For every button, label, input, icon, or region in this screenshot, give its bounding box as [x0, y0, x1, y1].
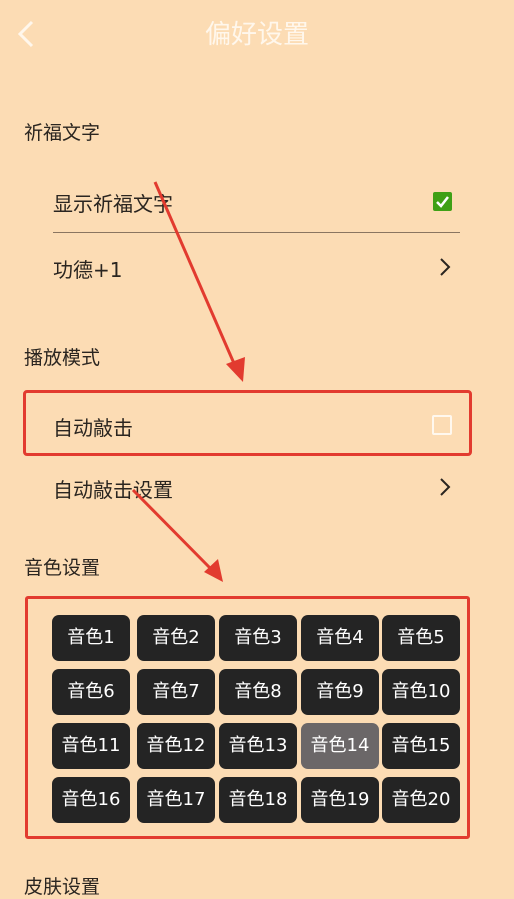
- auto-strike-settings-row[interactable]: 自动敲击设置: [24, 456, 460, 516]
- chevron-right-icon: [438, 256, 452, 278]
- header-bar: 偏好设置: [0, 0, 514, 68]
- tone-button-19[interactable]: 音色19: [301, 777, 379, 823]
- divider: [53, 232, 460, 233]
- show-blessing-label: 显示祈福文字: [53, 192, 173, 216]
- tone-button-11[interactable]: 音色11: [52, 723, 130, 769]
- section-title-blessing: 祈福文字: [24, 122, 101, 144]
- tone-button-17[interactable]: 音色17: [137, 777, 215, 823]
- section-title-playback: 播放模式: [24, 347, 101, 369]
- tone-button-15[interactable]: 音色15: [382, 723, 460, 769]
- annotation-highlight-box: [23, 390, 472, 456]
- tone-button-16[interactable]: 音色16: [52, 777, 130, 823]
- chevron-right-icon: [438, 476, 452, 498]
- section-title-tone: 音色设置: [24, 557, 101, 579]
- tone-button-13[interactable]: 音色13: [219, 723, 297, 769]
- tone-button-12[interactable]: 音色12: [137, 723, 215, 769]
- tone-button-2[interactable]: 音色2: [137, 615, 215, 661]
- checkbox-checked-icon[interactable]: [433, 192, 452, 211]
- merit-row[interactable]: 功德+1: [24, 236, 460, 296]
- tone-button-6[interactable]: 音色6: [52, 669, 130, 715]
- tone-button-10[interactable]: 音色10: [382, 669, 460, 715]
- tone-button-9[interactable]: 音色9: [301, 669, 379, 715]
- tone-button-3[interactable]: 音色3: [219, 615, 297, 661]
- tone-button-8[interactable]: 音色8: [219, 669, 297, 715]
- tone-button-7[interactable]: 音色7: [137, 669, 215, 715]
- tone-button-18[interactable]: 音色18: [219, 777, 297, 823]
- tone-button-1[interactable]: 音色1: [52, 615, 130, 661]
- auto-strike-settings-label: 自动敲击设置: [53, 478, 173, 502]
- merit-label: 功德+1: [53, 258, 123, 282]
- tone-button-4[interactable]: 音色4: [301, 615, 379, 661]
- page-title: 偏好设置: [204, 20, 309, 50]
- tone-button-14-selected[interactable]: 音色14: [301, 723, 379, 769]
- show-blessing-row[interactable]: 显示祈福文字: [24, 170, 460, 230]
- section-title-skin: 皮肤设置: [24, 876, 101, 898]
- tone-button-5[interactable]: 音色5: [382, 615, 460, 661]
- tone-button-20[interactable]: 音色20: [382, 777, 460, 823]
